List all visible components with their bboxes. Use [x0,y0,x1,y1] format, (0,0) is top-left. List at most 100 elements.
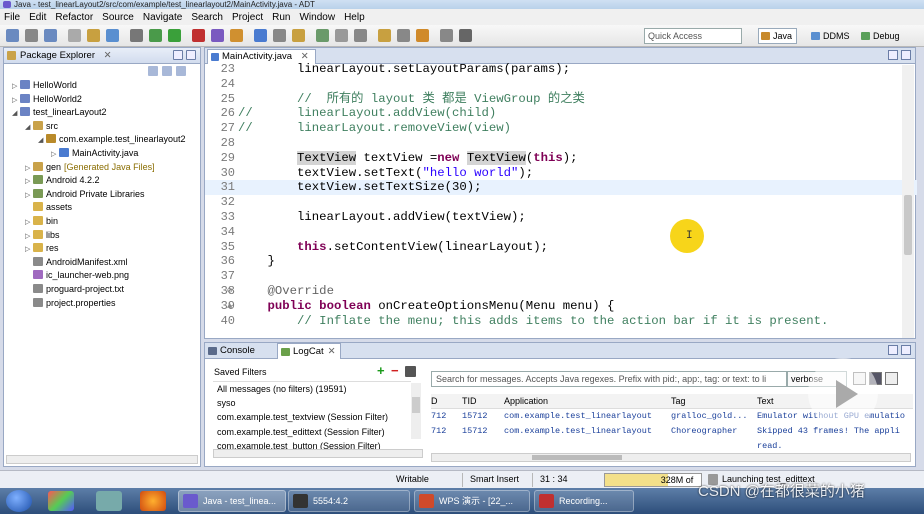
toolbar-icon-6[interactable] [106,29,119,42]
toolbar-icon-18[interactable] [354,29,367,42]
maximize-icon[interactable] [901,345,911,355]
taskbar-task[interactable]: Recording... [534,490,634,512]
expand-toggle-icon[interactable]: ▷ [25,162,33,175]
menu-item-file[interactable]: File [4,12,20,23]
tree-item[interactable]: AndroidManifest.xml [25,256,128,269]
tree-item[interactable]: ▷ Android Private Libraries [25,188,145,202]
filter-item[interactable]: com.example.test_textview (Session Filte… [213,410,411,424]
menu-item-window[interactable]: Window [299,12,335,23]
remove-filter-icon[interactable]: − [391,364,399,377]
toolbar-icon-4[interactable] [68,29,81,42]
tree-item[interactable]: ▷ MainActivity.java [51,147,138,161]
expand-toggle-icon[interactable]: ▷ [25,243,33,256]
perspective-ddms[interactable]: DDMS [808,28,855,44]
tree-item[interactable]: ▷ gen [Generated Java Files] [25,161,155,175]
taskbar-task[interactable]: 5554:4.2 [288,490,410,512]
close-icon[interactable]: ✕ [301,51,309,62]
paint-icon[interactable] [96,491,122,511]
minimize-icon[interactable] [888,345,898,355]
tree-item[interactable]: assets [25,201,72,214]
tree-item[interactable]: proguard-project.txt [25,283,124,296]
toolbar-icon-12[interactable] [230,29,243,42]
tab-logcat[interactable]: LogCat ✕ [277,343,341,359]
menu-item-search[interactable]: Search [191,12,223,23]
quick-access-input[interactable]: Quick Access [644,28,742,44]
code-lines[interactable]: 23 linearLayout.setLayoutParams(params);… [205,62,917,328]
edit-filter-icon[interactable] [405,366,416,377]
toolbar-icon-15[interactable] [292,29,305,42]
toolbar-icon-21[interactable] [416,29,429,42]
logcat-row[interactable]: read. [431,439,913,454]
view-menu-icon[interactable] [176,66,186,76]
menu-item-project[interactable]: Project [232,12,263,23]
toolbar-icon-11[interactable] [211,29,224,42]
menu-item-source[interactable]: Source [102,12,134,23]
tree-item[interactable]: ▷ res [25,242,59,256]
toolbar-icon-14[interactable] [273,29,286,42]
fold-marker-icon[interactable]: ▲ [227,299,232,314]
column-header[interactable]: Tag [671,394,755,409]
menu-item-help[interactable]: Help [344,12,365,23]
heap-status[interactable]: 328M of 495M [604,473,702,497]
toolbar-icon-2[interactable] [25,29,38,42]
taskbar-task[interactable]: Java - test_linea... [178,490,286,512]
toolbar-icon-17[interactable] [335,29,348,42]
toolbar-icon-16[interactable] [316,29,329,42]
toolbar-icon-19[interactable] [378,29,391,42]
minimize-icon[interactable] [888,50,898,60]
close-icon[interactable]: ✕ [104,50,112,61]
expand-toggle-icon[interactable]: ▷ [25,175,33,188]
expand-toggle-icon[interactable]: ▷ [51,148,59,161]
horizontal-scrollbar[interactable] [431,453,911,462]
firefox-icon[interactable] [140,491,166,511]
vertical-scrollbar[interactable] [902,65,914,338]
maximize-icon[interactable] [901,50,911,60]
menu-item-refactor[interactable]: Refactor [55,12,93,23]
tree-item[interactable]: ▷ Android 4.2.2 [25,174,100,188]
minimize-icon[interactable] [173,50,183,60]
menu-item-run[interactable]: Run [272,12,290,23]
tree-item[interactable]: ◢ com.example.test_linearlayout2 [38,133,186,147]
toolbar-icon-1[interactable] [6,29,19,42]
expand-toggle-icon[interactable]: ◢ [25,121,33,134]
tree-item[interactable]: project.properties [25,297,116,310]
toolbar-icon-3[interactable] [44,29,57,42]
toolbar-icon-20[interactable] [397,29,410,42]
close-icon[interactable]: ✕ [328,346,336,357]
add-filter-icon[interactable]: + [377,364,385,377]
expand-toggle-icon[interactable]: ▷ [25,230,33,243]
collapse-all-icon[interactable] [148,66,158,76]
tree-item[interactable]: ◢ src [25,120,58,134]
column-header[interactable]: D [431,394,461,409]
fold-marker-icon[interactable]: ⊖ [227,284,232,299]
logcat-search-input[interactable]: Search for messages. Accepts Java regexe… [431,371,787,387]
column-header[interactable]: TID [462,394,502,409]
toolbar-icon-10[interactable] [192,29,205,42]
horizontal-scrollbar[interactable] [213,449,423,458]
toolbar-icon-8[interactable] [149,29,162,42]
scroll-thumb[interactable] [412,397,420,413]
tree-item[interactable]: ▷ libs [25,229,60,243]
filter-item[interactable]: All messages (no filters) (19591) [213,382,411,396]
package-explorer-tab[interactable]: Package Explorer ✕ [4,48,200,64]
maximize-icon[interactable] [186,50,196,60]
scroll-lock-icon[interactable] [885,372,898,385]
expand-toggle-icon[interactable]: ▷ [25,216,33,229]
tab-console[interactable]: Console [205,343,259,359]
toolbar-icon-9[interactable] [168,29,181,42]
scroll-thumb[interactable] [904,195,912,255]
windows-explorer-icon[interactable] [48,491,74,511]
tree-item[interactable]: ▷ bin [25,215,58,229]
expand-toggle-icon[interactable]: ▷ [12,80,20,93]
tree-item[interactable]: ▷ HelloWorld2 [12,93,82,107]
tree-item[interactable]: ▷ HelloWorld [12,79,77,93]
toolbar-icon-7[interactable] [130,29,143,42]
expand-toggle-icon[interactable]: ◢ [12,107,20,120]
toolbar-icon-13[interactable] [254,29,267,42]
toolbar-icon-23[interactable] [459,29,472,42]
expand-toggle-icon[interactable]: ◢ [38,134,46,147]
expand-toggle-icon[interactable]: ▷ [25,189,33,202]
taskbar-task[interactable]: WPS 演示 - [22_... [414,490,530,512]
horizontal-scrollbar[interactable] [6,455,198,464]
column-header[interactable]: Application [504,394,670,409]
